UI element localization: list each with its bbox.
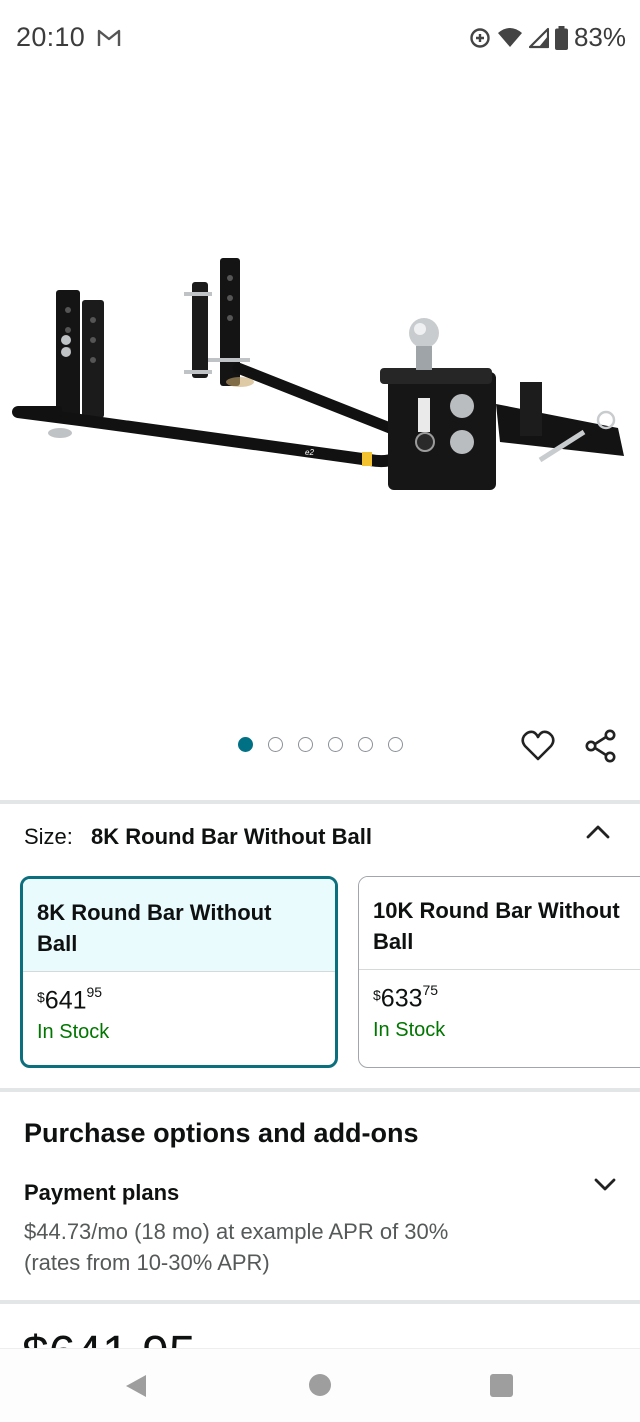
selected-size-value: 8K Round Bar Without Ball [91, 824, 372, 849]
carousel-dot[interactable] [238, 737, 253, 752]
size-option-title: 10K Round Bar Without Ball [359, 877, 640, 970]
battery-icon [554, 25, 568, 50]
size-option-name-line2: Ball [37, 931, 78, 956]
purchase-options-title: Purchase options and add-ons [24, 1118, 419, 1148]
svg-text:e2: e2 [305, 448, 314, 457]
size-option-name-line1: 8K Round Bar Without [37, 900, 272, 925]
price-whole: 633 [380, 984, 423, 1013]
status-icons: 83% [469, 22, 626, 53]
carousel-dot[interactable] [328, 737, 343, 752]
heart-icon[interactable] [520, 728, 556, 764]
size-option-price: $63375 [373, 982, 640, 1013]
signal-icon [528, 27, 549, 48]
size-option-price: $64195 [37, 984, 321, 1015]
price-whole: 641 [44, 986, 87, 1015]
battery-percentage: 83% [573, 22, 626, 52]
size-option-8k[interactable]: 8K Round Bar Without Ball $64195 In Stoc… [20, 876, 338, 1068]
stock-status: In Stock [37, 1021, 110, 1044]
price-currency: $ [373, 987, 381, 1003]
size-option-name-line1: 10K Round Bar Without [373, 898, 620, 923]
wifi-icon [497, 27, 522, 47]
size-label: Size: [24, 824, 73, 849]
data-saver-icon [470, 27, 490, 48]
buybox-price: $641.95 [22, 1330, 222, 1348]
status-bar: 20:10 83% [0, 0, 640, 80]
stock-status: In Stock [373, 1019, 446, 1042]
size-option-10k[interactable]: 10K Round Bar Without Ball $63375 In Sto… [358, 876, 640, 1068]
recents-icon[interactable] [490, 1374, 513, 1397]
weight-distribution-hitch-image[interactable]: e2 [0, 150, 640, 710]
carousel-dot[interactable] [358, 737, 373, 752]
size-option-name-line2: Ball [373, 929, 414, 954]
chevron-up-icon[interactable] [584, 820, 612, 844]
status-time: 20:10 [16, 22, 86, 52]
size-selector-header[interactable]: Size: 8K Round Bar Without Ball [24, 824, 372, 850]
section-divider [0, 1300, 640, 1304]
carousel-dot[interactable] [388, 737, 403, 752]
section-divider [0, 800, 640, 804]
carousel-dot[interactable] [298, 737, 313, 752]
size-option-title: 8K Round Bar Without Ball [23, 879, 335, 972]
share-icon[interactable] [583, 728, 619, 764]
image-carousel-dots[interactable] [238, 737, 403, 752]
home-icon[interactable] [309, 1374, 331, 1396]
price-fraction: 75 [422, 982, 439, 998]
buybox-price-partial: $641.95 [22, 1330, 222, 1348]
payment-plans-line2: (rates from 10-30% APR) [24, 1250, 270, 1275]
section-divider [0, 1088, 640, 1092]
payment-plans-line1: $44.73/mo (18 mo) at example APR of 30% [24, 1219, 449, 1244]
chevron-down-icon[interactable] [592, 1174, 618, 1196]
payment-plans-detail: $44.73/mo (18 mo) at example APR of 30% … [24, 1216, 544, 1278]
system-navigation-bar [0, 1348, 640, 1422]
price-fraction: 95 [86, 984, 103, 1000]
payment-plans-title[interactable]: Payment plans [24, 1180, 179, 1206]
back-icon[interactable] [124, 1373, 148, 1399]
price-currency: $ [37, 989, 45, 1005]
gmail-icon [97, 29, 121, 46]
carousel-dot[interactable] [268, 737, 283, 752]
